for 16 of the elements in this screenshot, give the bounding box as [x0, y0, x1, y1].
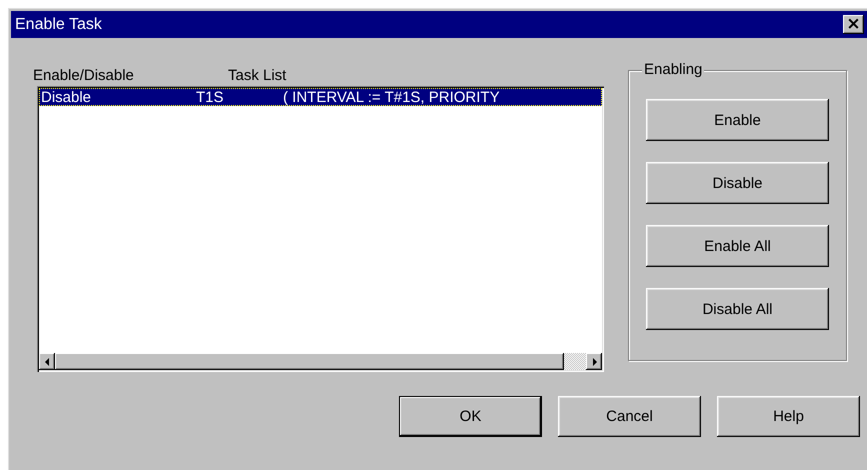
scroll-left-icon[interactable]: [39, 353, 55, 370]
action-button[interactable]: Enable All: [646, 225, 829, 267]
dialog-button[interactable]: OK: [399, 396, 542, 437]
action-button[interactable]: Enable: [646, 99, 829, 141]
task-row[interactable]: Disable T1S ( INTERVAL := T#1S, PRIORITY: [39, 88, 602, 106]
task-list[interactable]: Disable T1S ( INTERVAL := T#1S, PRIORITY: [37, 86, 604, 372]
column-header: Enable/Disable: [33, 67, 135, 84]
window-title: Enable Task: [15, 16, 102, 34]
column-header: Task List: [228, 67, 286, 84]
scroll-right-icon[interactable]: [586, 353, 602, 370]
action-button[interactable]: Disable All: [646, 288, 829, 330]
group-title: Enabling: [642, 61, 704, 78]
close-button[interactable]: ×: [843, 15, 864, 34]
dialog-button[interactable]: Help: [717, 396, 860, 437]
dialog-button[interactable]: Cancel: [558, 396, 701, 437]
action-button[interactable]: Disable: [646, 162, 829, 204]
